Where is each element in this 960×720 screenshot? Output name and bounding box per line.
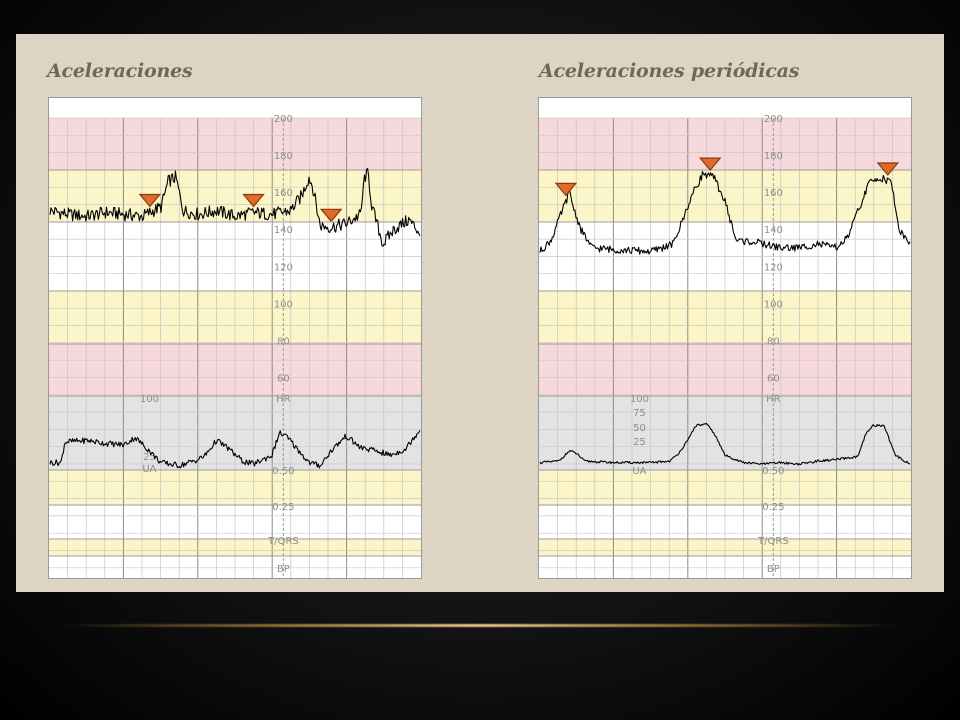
- slide: Aceleraciones Aceleraciones periódicas 2…: [16, 34, 944, 592]
- fhr-tick-label: 60: [277, 373, 290, 384]
- fhr-tick-label: 120: [764, 262, 783, 273]
- uc-tick-label: 100: [140, 394, 159, 405]
- fhr-tick-label: 180: [274, 151, 293, 162]
- scale-label: BP: [767, 564, 780, 575]
- fhr-tick-label: 80: [767, 336, 780, 347]
- chart-title-right: Aceleraciones periódicas: [539, 60, 800, 82]
- fhr-tick-label: 160: [764, 188, 783, 199]
- strip-header: [49, 98, 421, 118]
- uc-tick-label: UA: [142, 464, 156, 475]
- scale-label: 0.25: [762, 502, 784, 513]
- uc-tick-label: 100: [630, 394, 649, 405]
- scale-label: 0.50: [762, 466, 784, 477]
- chart-title-left: Aceleraciones: [47, 60, 193, 82]
- fhr-tick-label: 180: [764, 151, 783, 162]
- scale-label: HR: [276, 394, 291, 405]
- fhr-tick-label: 200: [764, 114, 783, 125]
- strip-header: [539, 98, 911, 118]
- uc-tick-label: UA: [632, 466, 646, 477]
- scale-label: HR: [766, 394, 781, 405]
- fhr-tick-label: 100: [274, 299, 293, 310]
- ctg-chart-left: 200180160140120100806010025UAHR0.500.25T…: [49, 98, 421, 578]
- ctg-strip-left: 200 180 160 140 120 100 80 60 100 25 UA HR 0.50 0.25 T…: [48, 97, 422, 579]
- fhr-tick-label: 140: [274, 225, 293, 236]
- scale-label: 0.25: [272, 502, 294, 513]
- fhr-tick-label: 100: [764, 299, 783, 310]
- fhr-tick-label: 140: [764, 225, 783, 236]
- ctg-chart-right: 200 180 160 140 120 100 80 60 100 75 50 25 UA HR 0.50 0…: [539, 98, 911, 578]
- uc-tick-label: 50: [633, 423, 646, 434]
- ctg-strip-right: 200 180 160 140 120 100 80 60 100 75 50 25 UA HR 0.50 0…: [538, 97, 912, 579]
- scale-label: T/QRS: [267, 536, 299, 547]
- scale-label: BP: [277, 564, 290, 575]
- fhr-tick-label: 60: [767, 373, 780, 384]
- slide-bottom-glow-line: [60, 624, 900, 627]
- fhr-tick-label: 200: [274, 114, 293, 125]
- fhr-tick-label: 120: [274, 262, 293, 273]
- fhr-tick-label: 80: [277, 336, 290, 347]
- scale-label: T/QRS: [757, 536, 789, 547]
- fhr-tick-label: 160: [274, 188, 293, 199]
- scale-label: 0.50: [272, 466, 294, 477]
- uc-tick-label: 25: [633, 437, 646, 448]
- uc-tick-label: 75: [633, 408, 646, 419]
